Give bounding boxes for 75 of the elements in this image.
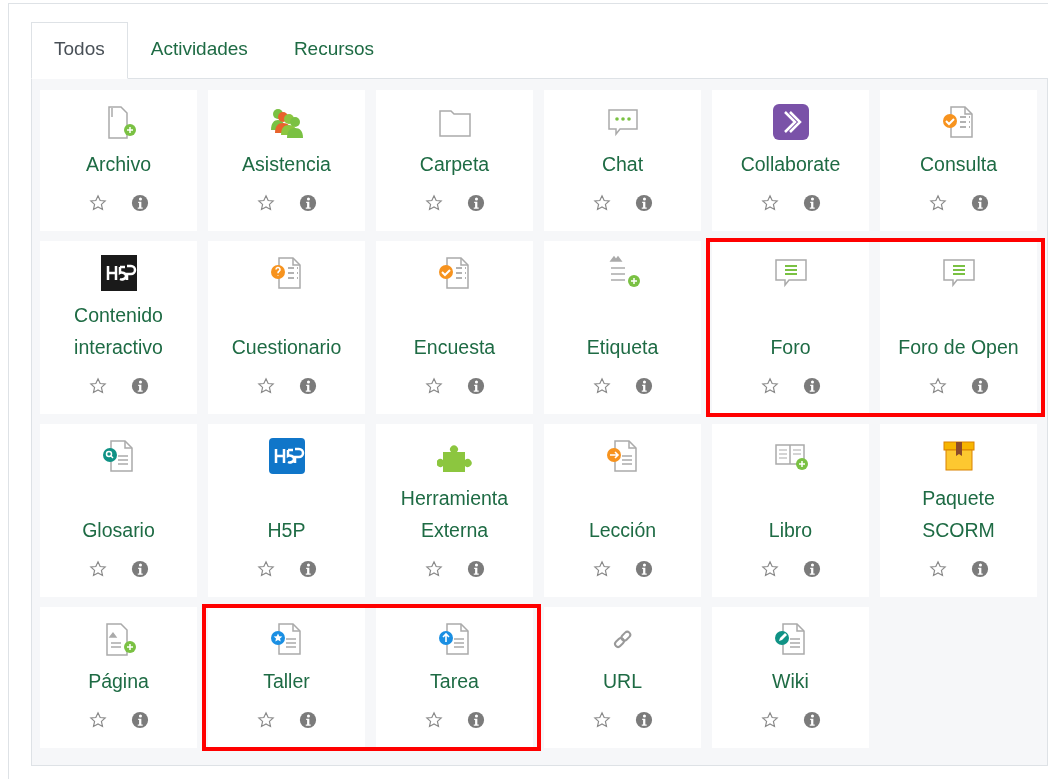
module-name[interactable]: Página	[88, 664, 149, 697]
module-name[interactable]: Wiki	[772, 664, 809, 697]
star-icon[interactable]	[592, 710, 611, 729]
module-name[interactable]: Collaborate	[740, 147, 841, 180]
star-icon[interactable]	[256, 193, 275, 212]
star-icon[interactable]	[88, 193, 107, 212]
info-icon[interactable]	[634, 710, 653, 729]
star-icon[interactable]	[88, 710, 107, 729]
info-icon[interactable]	[970, 376, 989, 395]
info-icon[interactable]	[130, 376, 149, 395]
module-name[interactable]: URL	[603, 664, 642, 697]
module-name[interactable]: Archivo	[86, 147, 151, 180]
info-icon[interactable]	[802, 559, 821, 578]
info-icon[interactable]	[130, 193, 149, 212]
info-icon[interactable]	[466, 710, 485, 729]
module-name[interactable]: H5P	[267, 513, 306, 546]
info-icon[interactable]	[298, 559, 317, 578]
star-icon[interactable]	[592, 193, 611, 212]
module-name[interactable]: Glosario	[82, 513, 155, 546]
info-icon[interactable]	[970, 193, 989, 212]
star-icon[interactable]	[928, 559, 947, 578]
info-icon[interactable]	[298, 710, 317, 729]
tab[interactable]: Recursos	[270, 22, 398, 79]
module-name[interactable]: Contenido interactivo	[44, 298, 193, 363]
info-icon[interactable]	[130, 559, 149, 578]
star-icon[interactable]	[88, 559, 107, 578]
module-name[interactable]: Lección	[588, 513, 657, 546]
info-icon[interactable]	[634, 559, 653, 578]
h5p-logo-icon	[100, 254, 137, 291]
module-name[interactable]: Foro de Open	[898, 330, 1019, 363]
info-icon[interactable]	[130, 710, 149, 729]
info-icon[interactable]	[802, 193, 821, 212]
star-icon[interactable]	[760, 376, 779, 395]
info-icon[interactable]	[298, 193, 317, 212]
module-name[interactable]: Herramienta Externa	[380, 481, 529, 546]
star-icon[interactable]	[424, 710, 443, 729]
info-icon[interactable]	[802, 376, 821, 395]
star-icon[interactable]	[256, 710, 275, 729]
star-icon[interactable]	[760, 193, 779, 212]
module-name[interactable]: Chat	[601, 147, 644, 180]
star-icon[interactable]	[760, 559, 779, 578]
module-name[interactable]: Cuestionario	[231, 330, 342, 363]
info-icon[interactable]	[466, 376, 485, 395]
info-icon[interactable]	[802, 710, 821, 729]
star-icon[interactable]	[928, 193, 947, 212]
info-icon[interactable]	[466, 193, 485, 212]
star-icon[interactable]	[424, 376, 443, 395]
info-icon[interactable]	[466, 559, 485, 578]
star-icon[interactable]	[256, 376, 275, 395]
star-icon[interactable]	[592, 559, 611, 578]
module-name[interactable]: Encuesta	[413, 330, 496, 363]
star-icon[interactable]	[424, 193, 443, 212]
star-icon[interactable]	[88, 376, 107, 395]
module-name[interactable]: Foro	[770, 330, 811, 363]
star-icon[interactable]	[760, 710, 779, 729]
tab[interactable]: Actividades	[127, 22, 271, 79]
tab[interactable]: Todos	[31, 22, 128, 79]
chevron-app-icon	[772, 103, 809, 140]
info-icon[interactable]	[634, 376, 653, 395]
module-name[interactable]: Carpeta	[419, 147, 490, 180]
info-icon[interactable]	[970, 559, 989, 578]
module-name[interactable]: Libro	[768, 513, 813, 546]
info-icon[interactable]	[634, 193, 653, 212]
module-name[interactable]: Taller	[263, 664, 310, 697]
star-icon[interactable]	[592, 376, 611, 395]
module-name[interactable]: Etiqueta	[586, 330, 659, 363]
module-name[interactable]: Tarea	[430, 664, 479, 697]
module-name[interactable]: Paquete SCORM	[884, 481, 1033, 546]
module-name[interactable]: Consulta	[920, 147, 997, 180]
info-icon[interactable]	[298, 376, 317, 395]
star-icon[interactable]	[928, 376, 947, 395]
h5p-logo-icon	[268, 437, 305, 474]
module-name[interactable]: Asistencia	[242, 147, 331, 180]
star-icon[interactable]	[424, 559, 443, 578]
star-icon[interactable]	[256, 559, 275, 578]
